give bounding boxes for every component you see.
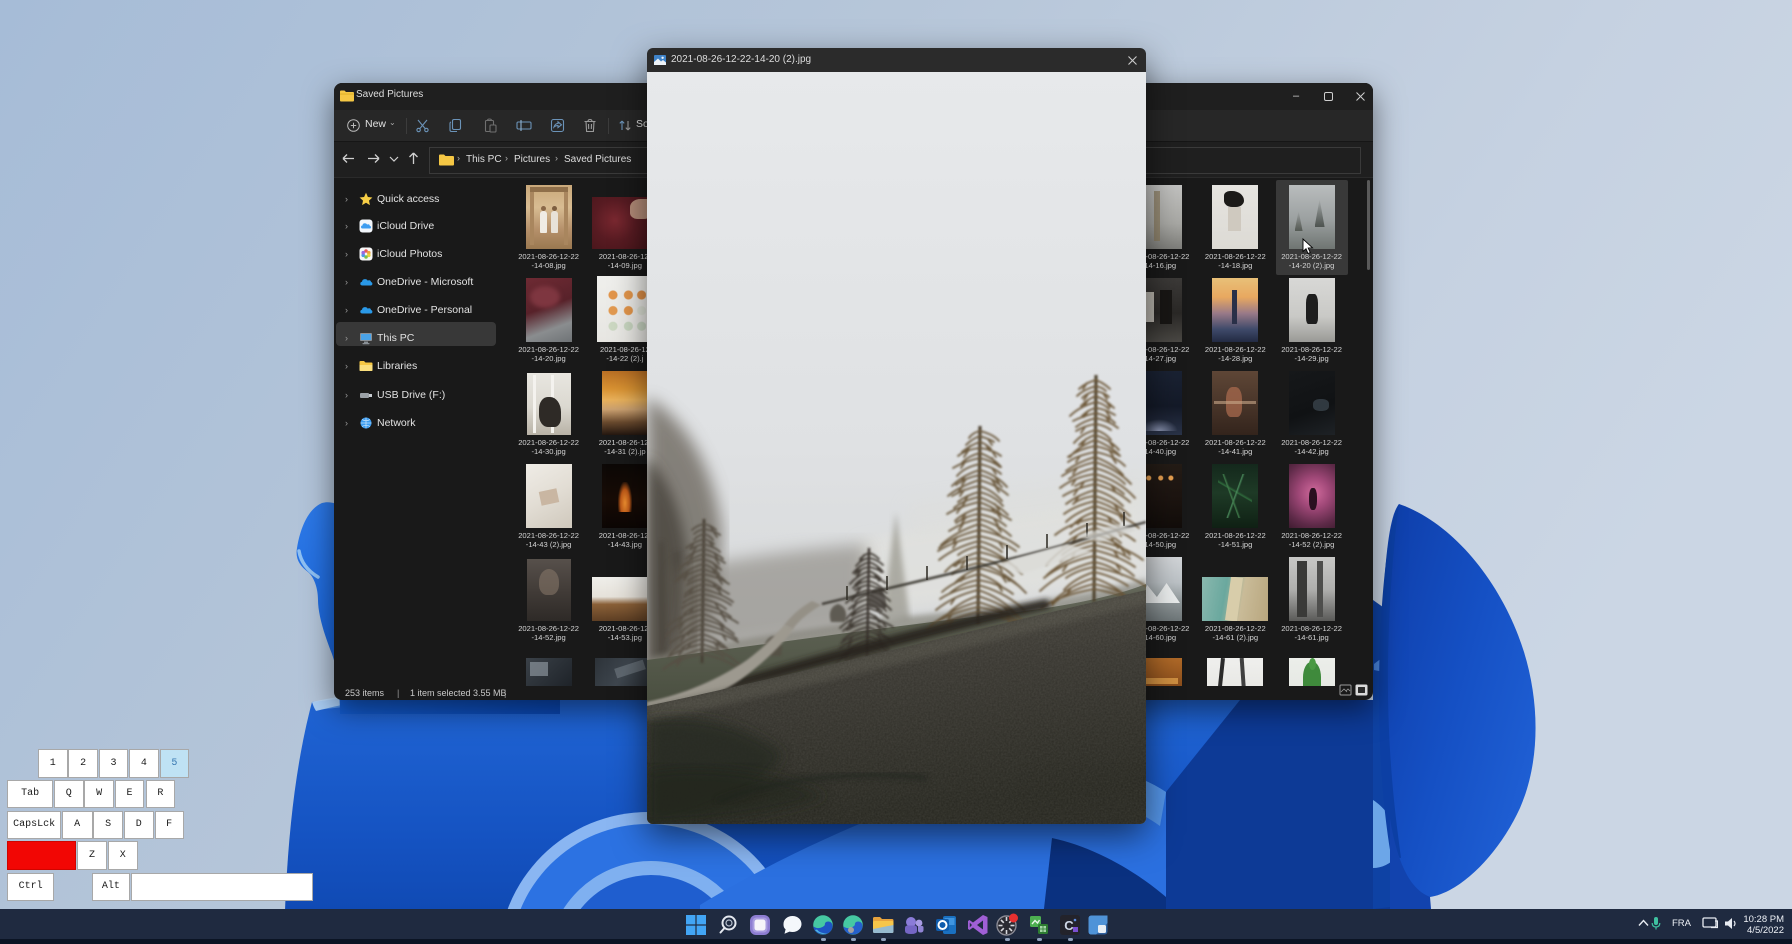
svg-text:C: C [1064,918,1074,933]
